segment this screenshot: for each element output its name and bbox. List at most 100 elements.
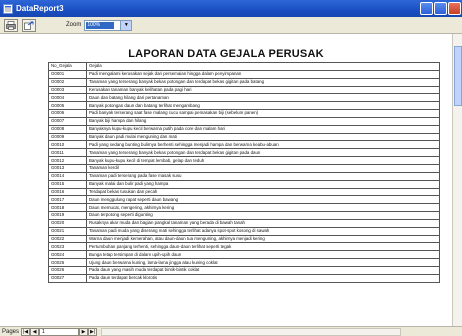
- printer-icon: [6, 20, 16, 30]
- table-row: G0022 Warna daun menjadi kemerahan, atau …: [48, 234, 440, 244]
- table-row: G0027 Pada daun terdapat bercak klorotis: [48, 273, 440, 283]
- last-page-button[interactable]: ▶|: [88, 327, 98, 336]
- gejala-code-cell: G0022: [48, 234, 87, 244]
- window-controls: [420, 2, 461, 15]
- table-row: G0004 Daun dan batang hilang dari pertana…: [48, 93, 440, 103]
- status-bar: Pages |◀ ◀ 1 ▶ ▶|: [0, 326, 462, 336]
- print-button[interactable]: [4, 18, 18, 32]
- gejala-description-cell: Banyaknya kupu-kupu kecil berwarna putih…: [86, 124, 440, 134]
- table-row: G0011 Tanaman yang terserang banyak bekas…: [48, 148, 440, 158]
- zoom-label: Zoom: [66, 22, 82, 28]
- table-row: G0026 Pada daun yang masih muda terdapat …: [48, 265, 440, 275]
- title-bar: DataReport3: [0, 0, 462, 17]
- table-row: G0010 Padi yang sedang bunting bulirnya b…: [48, 140, 440, 150]
- table-row: G0019 Daun terpotong seperti digunting: [48, 211, 440, 220]
- gejala-description-cell: Tanaman kerdil: [86, 163, 440, 173]
- table-row: G0021 Tanaman padi muda yang diserang mat…: [48, 226, 440, 236]
- gejala-code-cell: G0010: [48, 140, 87, 150]
- table-header-row: No_Gejala Gejala: [48, 62, 440, 71]
- table-row: G0013 Tanaman kerdil: [48, 163, 440, 173]
- gejala-description-cell: Banyak potongan daun dan batang terlihat…: [86, 101, 440, 111]
- zoom-value: 100%: [86, 21, 115, 29]
- gejala-code-cell: G0002: [48, 77, 87, 87]
- gejala-description-cell: Tanaman yang terserang banyak bekas poto…: [86, 77, 440, 87]
- gejala-description-cell: Ujung daun berwarna kuning, lama-lama ji…: [86, 258, 440, 267]
- maximize-button[interactable]: [434, 2, 447, 15]
- gejala-code-cell: G0013: [48, 163, 87, 173]
- column-header: No_Gejala: [48, 62, 87, 71]
- table-row: G0018 Daun memucat, mengering, akhirnya k…: [48, 203, 440, 213]
- gejala-code-cell: G0019: [48, 211, 87, 220]
- gejala-description-cell: Banyak daun padi mulai menguning dan mat…: [86, 132, 440, 142]
- gejala-code-cell: G0009: [48, 132, 87, 142]
- gejala-code-cell: G0003: [48, 85, 87, 95]
- scrollbar-thumb[interactable]: [454, 46, 462, 106]
- gejala-code-cell: G0025: [48, 258, 87, 267]
- column-header: Gejala: [86, 62, 440, 71]
- report-page: LAPORAN DATA GEJALA PERUSAK No_Gejala Ge…: [0, 34, 452, 326]
- gejala-code-cell: G0011: [48, 148, 87, 158]
- toolbar: Zoom 100% ▼: [0, 17, 462, 34]
- gejala-description-cell: Tanaman padi muda yang diserang mati seh…: [86, 226, 440, 236]
- table-row: G0017 Daun menggulung rapat seperti daun …: [48, 195, 440, 205]
- horizontal-scrollbar[interactable]: [101, 327, 402, 336]
- table-row: G0020 Rusaknya akar muda dan bagian pangk…: [48, 218, 440, 228]
- gejala-code-cell: G0001: [48, 69, 87, 79]
- zoom-dropdown[interactable]: 100% ▼: [84, 19, 133, 31]
- table-row: G0025 Ujung daun berwarna kuning, lama-la…: [48, 258, 440, 267]
- gejala-description-cell: Daun terpotong seperti digunting: [86, 211, 440, 220]
- table-row: G0002 Tanaman yang terserang banyak bekas…: [48, 77, 440, 87]
- gejala-code-cell: G0006: [48, 109, 87, 118]
- window-title: DataReport3: [16, 4, 64, 13]
- table-row: G0015 Banyak malai dan bulir padi yang ha…: [48, 179, 440, 189]
- gejala-code-cell: G0007: [48, 116, 87, 126]
- gejala-description-cell: Padi mengalami kerusakan sejak dari pers…: [86, 69, 440, 79]
- gejala-description-cell: Pertumbuhan panjang terhenti, sehingga d…: [86, 242, 440, 252]
- table-row: G0024 Bunga tetap tersimpan di dalam upih…: [48, 250, 440, 260]
- gejala-code-cell: G0024: [48, 250, 87, 260]
- table-row: G0003 Kerusakan tanaman banyak kelihatan …: [48, 85, 440, 95]
- gejala-description-cell: Banyak biji hampa dan hilang: [86, 116, 440, 126]
- gejala-code-cell: G0023: [48, 242, 87, 252]
- minimize-button[interactable]: [420, 2, 433, 15]
- gejala-description-cell: Kerusakan tanaman banyak kelihatan pada …: [86, 85, 440, 95]
- gejala-code-cell: G0015: [48, 179, 87, 189]
- gejala-description-cell: Daun memucat, mengering, akhirnya kering: [86, 203, 440, 213]
- export-icon: [24, 21, 34, 30]
- gejala-code-cell: G0004: [48, 93, 87, 103]
- gejala-description-cell: Rusaknya akar muda dan bagian pangkal ta…: [86, 218, 440, 228]
- table-row: G0006 Padi banyak terserang saat fase mal…: [48, 109, 440, 118]
- gejala-code-cell: G0020: [48, 218, 87, 228]
- table-row: G0014 Tanaman padi terserang pada fase ma…: [48, 171, 440, 181]
- next-page-button[interactable]: ▶: [79, 327, 89, 336]
- table-row: G0007 Banyak biji hampa dan hilang: [48, 116, 440, 126]
- first-page-button[interactable]: |◀: [21, 327, 31, 336]
- table-body: G0001 Padi mengalami kerusakan sejak dari…: [48, 69, 440, 283]
- gejala-code-cell: G0014: [48, 171, 87, 181]
- gejala-description-cell: Pada daun yang masih muda terdapat binti…: [86, 265, 440, 275]
- vertical-scrollbar[interactable]: [452, 34, 462, 326]
- pages-label: Pages: [2, 328, 20, 335]
- gejala-code-cell: G0027: [48, 273, 87, 283]
- gejala-description-cell: Tanaman padi terserang pada fase masak s…: [86, 171, 440, 181]
- gejala-code-cell: G0016: [48, 187, 87, 197]
- table-row: G0023 Pertumbuhan panjang terhenti, sehin…: [48, 242, 440, 252]
- gejala-code-cell: G0008: [48, 124, 87, 134]
- table-row: G0008 Banyaknya kupu-kupu kecil berwarna …: [48, 124, 440, 134]
- prev-page-button[interactable]: ◀: [30, 327, 40, 336]
- close-button[interactable]: [448, 2, 461, 15]
- gejala-description-cell: Daun dan batang hilang dari pertanaman: [86, 93, 440, 103]
- page-number-field[interactable]: 1: [39, 327, 80, 336]
- table-row: G0001 Padi mengalami kerusakan sejak dari…: [48, 69, 440, 79]
- gejala-code-cell: G0017: [48, 195, 87, 205]
- gejala-description-cell: Padi banyak terserang saat fase malang c…: [86, 109, 440, 118]
- gejala-description-cell: Pada daun terdapat bercak klorotis: [86, 273, 440, 283]
- gejala-description-cell: Tanaman yang terserang banyak bekas poto…: [86, 148, 440, 158]
- gejala-description-cell: Terdapat bekas tusukan dan pecah: [86, 187, 440, 197]
- gejala-description-cell: Daun menggulung rapat seperti daun bawan…: [86, 195, 440, 205]
- chevron-down-icon[interactable]: ▼: [120, 20, 132, 30]
- report-title: LAPORAN DATA GEJALA PERUSAK: [128, 48, 324, 60]
- export-button[interactable]: [22, 18, 36, 32]
- table-row: G0009 Banyak daun padi mulai menguning da…: [48, 132, 440, 142]
- table-row: G0005 Banyak potongan daun dan batang ter…: [48, 101, 440, 111]
